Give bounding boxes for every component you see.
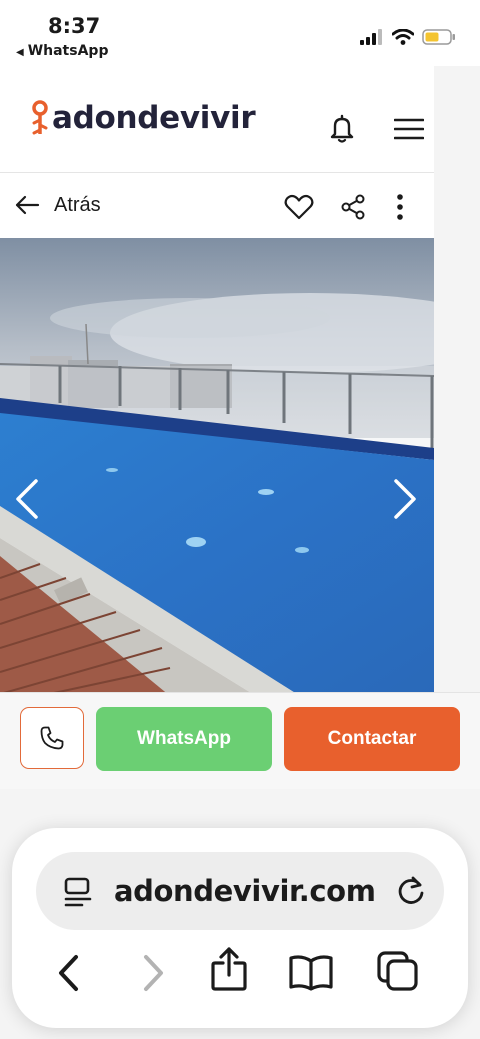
listing-toolbar: Atrás — [0, 172, 434, 238]
call-button[interactable] — [20, 707, 84, 769]
browser-nav-row — [12, 947, 468, 998]
hamburger-menu-icon[interactable] — [394, 118, 424, 140]
browser-back-icon[interactable] — [56, 954, 82, 992]
reload-icon[interactable] — [396, 875, 426, 907]
browser-toolbar: adondevivir.com — [12, 828, 468, 1028]
status-time: 8:37 — [48, 14, 101, 38]
back-arrow-icon[interactable] — [14, 194, 40, 216]
pool-photo — [0, 238, 434, 696]
notification-bell-icon[interactable] — [328, 114, 356, 144]
url-text[interactable]: adondevivir.com — [114, 874, 376, 908]
phone-icon — [40, 726, 64, 750]
whatsapp-button[interactable]: WhatsApp — [96, 707, 272, 771]
key-logo-icon — [32, 100, 48, 135]
contact-button[interactable]: Contactar — [284, 707, 460, 771]
site-header: adondevivir — [0, 66, 434, 173]
back-triangle-icon: ◀ — [16, 47, 24, 58]
battery-icon — [422, 29, 455, 45]
property-photo-gallery[interactable] — [0, 238, 434, 696]
browser-forward-icon[interactable] — [140, 954, 166, 992]
back-app-label: WhatsApp — [27, 43, 109, 59]
status-bar: 8:37 ◀ WhatsApp — [0, 0, 480, 66]
favorite-heart-icon[interactable] — [284, 194, 314, 220]
signal-icon — [360, 29, 382, 45]
back-button-label[interactable]: Atrás — [54, 194, 101, 217]
bookmarks-icon[interactable] — [288, 954, 334, 992]
next-photo-arrow-icon[interactable] — [392, 478, 418, 520]
back-to-app-link[interactable]: ◀ WhatsApp — [16, 43, 108, 59]
web-page: adondevivir Atrás — [0, 66, 434, 696]
logo-text: adondevivir — [52, 100, 256, 136]
page-menu-icon[interactable] — [62, 876, 94, 908]
previous-photo-arrow-icon[interactable] — [14, 478, 40, 520]
wifi-icon — [392, 29, 414, 45]
share-sheet-icon[interactable] — [210, 946, 248, 992]
share-icon[interactable] — [340, 194, 366, 220]
status-icons — [360, 29, 456, 45]
tabs-icon[interactable] — [376, 950, 420, 992]
contact-action-bar: WhatsApp Contactar — [0, 692, 480, 789]
more-options-icon[interactable] — [396, 194, 404, 220]
site-logo[interactable]: adondevivir — [30, 100, 256, 136]
address-bar[interactable]: adondevivir.com — [36, 852, 444, 930]
